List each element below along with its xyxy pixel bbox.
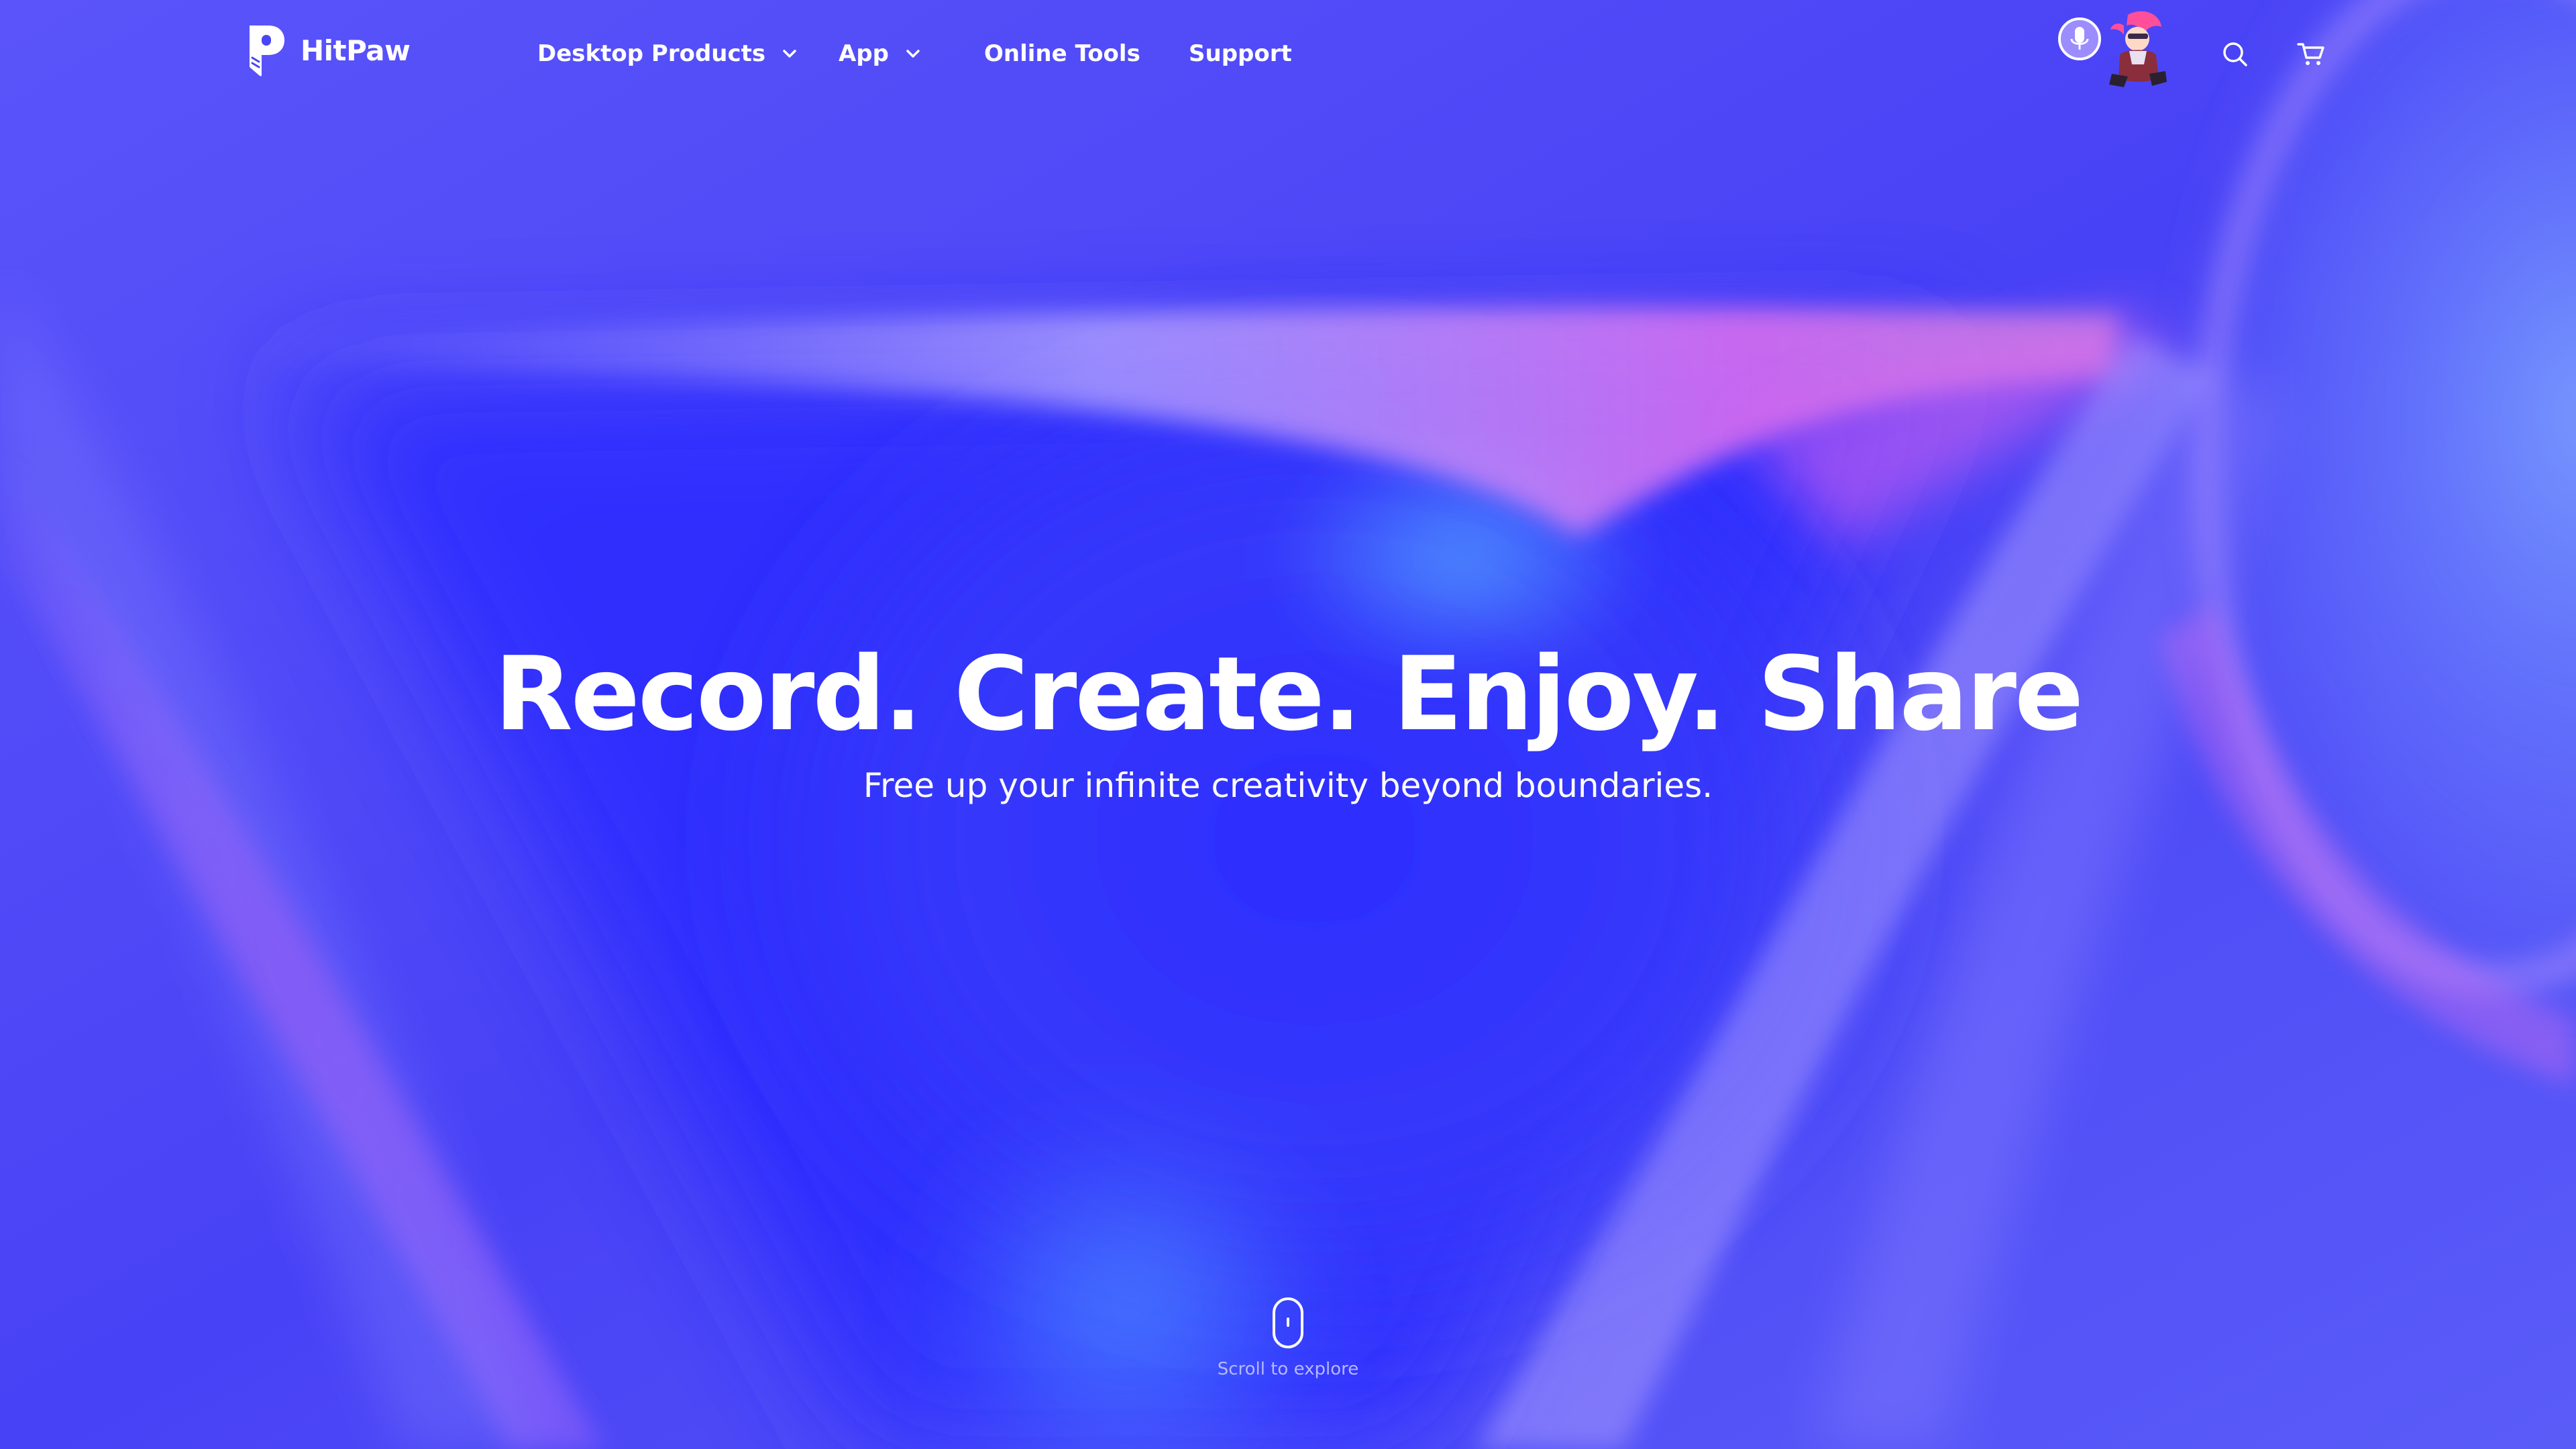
brand-name: HitPaw bbox=[301, 34, 411, 67]
nav-support-label: Support bbox=[1189, 40, 1292, 67]
nav-desktop-products-label: Desktop Products bbox=[537, 40, 766, 67]
site-header: HitPaw Desktop Products App Online Tools… bbox=[0, 0, 2576, 107]
scroll-to-explore[interactable]: Scroll to explore bbox=[1154, 1297, 1422, 1385]
cart-icon bbox=[2297, 43, 2324, 65]
mouse-scroll-icon bbox=[1273, 1297, 1303, 1348]
hitpaw-logo-icon bbox=[250, 25, 284, 76]
voice-mascot-button[interactable] bbox=[2054, 7, 2168, 89]
nav-app-label: App bbox=[839, 40, 889, 67]
chevron-down-icon bbox=[906, 50, 920, 58]
hero-headline: Record. Create. Enjoy. Share bbox=[494, 635, 2084, 753]
hero-subheadline: Free up your infinite creativity beyond … bbox=[863, 766, 1713, 805]
search-icon bbox=[2223, 42, 2247, 66]
mouse-wheel bbox=[1287, 1318, 1289, 1327]
nav-support[interactable]: Support bbox=[1189, 35, 1292, 72]
nav-online-tools-label: Online Tools bbox=[984, 40, 1140, 67]
nav-desktop-products[interactable]: Desktop Products bbox=[537, 35, 798, 72]
hero-section: HitPaw Desktop Products App Online Tools… bbox=[0, 0, 2576, 1449]
chevron-down-icon bbox=[783, 50, 796, 58]
hitpaw-logo[interactable]: HitPaw bbox=[246, 23, 411, 78]
scroll-label: Scroll to explore bbox=[1217, 1359, 1359, 1379]
search-button[interactable] bbox=[2222, 41, 2249, 68]
voice-mascot-icon bbox=[2058, 11, 2167, 87]
nav-app[interactable]: App bbox=[839, 35, 921, 72]
cart-button[interactable] bbox=[2297, 42, 2325, 67]
nav-online-tools[interactable]: Online Tools bbox=[984, 35, 1140, 72]
